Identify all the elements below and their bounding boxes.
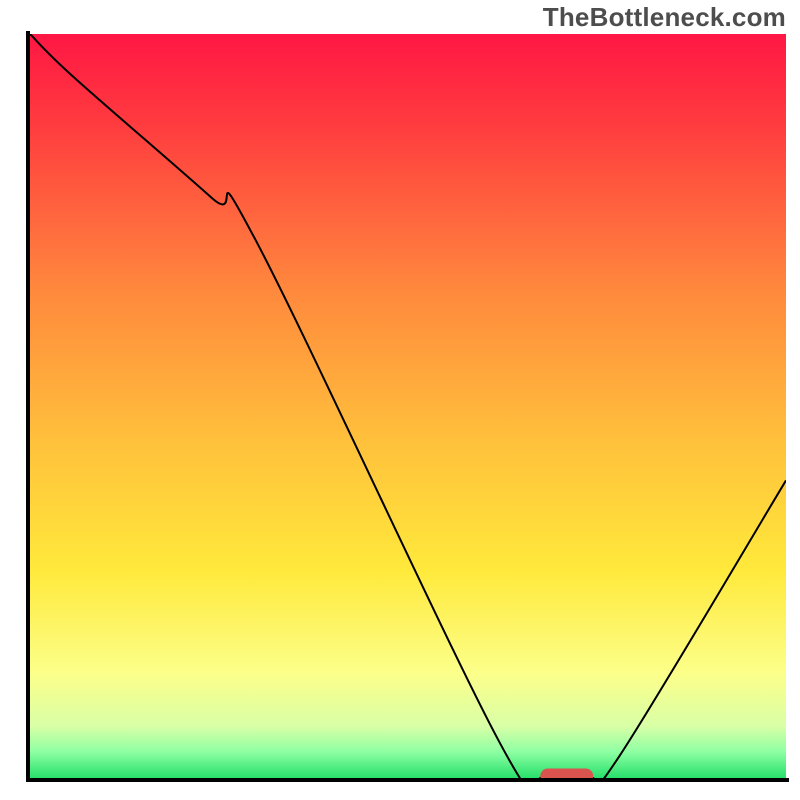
- gradient-background: [30, 34, 786, 778]
- chart-container: TheBottleneck.com: [0, 0, 800, 800]
- watermark-text: TheBottleneck.com: [543, 2, 786, 33]
- bottleneck-chart: [0, 0, 800, 800]
- plot-area: [30, 34, 786, 794]
